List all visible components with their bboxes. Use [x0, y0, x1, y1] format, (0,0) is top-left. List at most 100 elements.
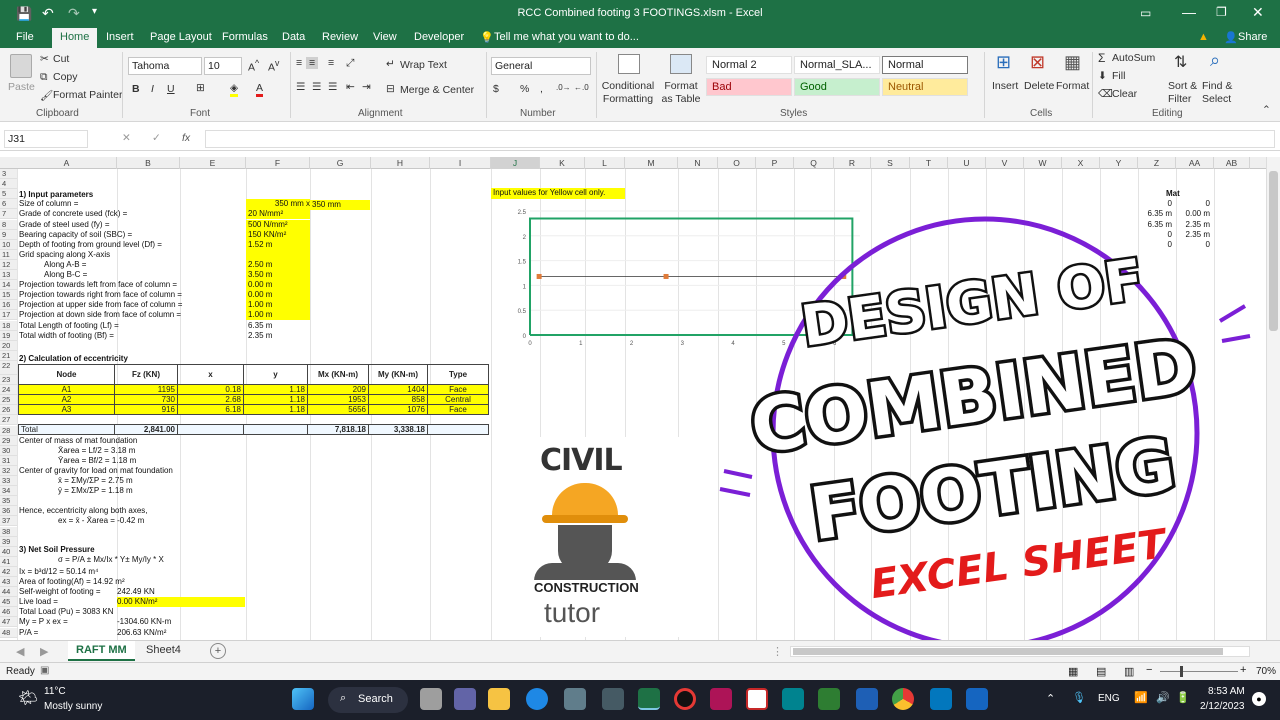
clear-button[interactable]: Clear — [1112, 88, 1137, 100]
teams-icon[interactable] — [454, 688, 476, 710]
font-size-select[interactable]: 10 — [204, 57, 242, 75]
row-header[interactable]: 35 — [0, 496, 17, 507]
column-header[interactable]: T — [910, 157, 948, 169]
input-value[interactable]: 20 N/mm² — [246, 209, 310, 220]
row-header[interactable]: 19 — [0, 330, 17, 341]
row-header[interactable]: 34 — [0, 486, 17, 497]
input-value[interactable]: 3.50 m — [246, 270, 310, 280]
row-header[interactable]: 5 — [0, 189, 17, 200]
table-cell[interactable]: A3 — [18, 404, 115, 415]
task-view-icon[interactable] — [420, 688, 442, 710]
row-header[interactable]: 40 — [0, 546, 17, 557]
decrease-indent-icon[interactable]: ⇤ — [346, 81, 355, 93]
horizontal-scroll-thumb[interactable] — [793, 648, 1223, 655]
italic-icon[interactable]: I — [151, 83, 154, 95]
row-header[interactable]: 17 — [0, 310, 17, 321]
column-header[interactable]: AB — [1214, 157, 1250, 169]
input-value[interactable]: 350 mm x — [246, 199, 310, 210]
row-header[interactable]: 43 — [0, 577, 17, 588]
row-header[interactable]: 42 — [0, 566, 17, 577]
ribbon-display-icon[interactable]: ▭ — [1140, 6, 1151, 20]
input-value[interactable]: 1.00 m — [246, 300, 310, 311]
weather-icon[interactable]: 🌤 — [18, 688, 38, 708]
input-value[interactable]: 500 N/mm² — [246, 219, 310, 230]
next-sheet-icon[interactable]: ▶ — [40, 645, 48, 658]
row-header[interactable]: 10 — [0, 239, 17, 250]
row-header[interactable]: 27 — [0, 415, 17, 426]
sheet-tab-raft-mm[interactable]: RAFT MM — [68, 641, 135, 661]
underline-icon[interactable]: U — [167, 83, 175, 95]
table-cell[interactable]: A1 — [18, 384, 115, 395]
name-box[interactable]: J31 — [4, 130, 88, 148]
column-header[interactable]: B — [117, 157, 180, 169]
autocad-icon[interactable] — [746, 688, 768, 710]
column-header[interactable]: R — [834, 157, 871, 169]
tab-file[interactable]: File — [16, 31, 34, 43]
column-header[interactable]: Z — [1138, 157, 1176, 169]
column-header[interactable]: O — [718, 157, 756, 169]
tell-me-search[interactable]: Tell me what you want to do... — [494, 31, 639, 43]
input-value[interactable]: 0.00 m — [246, 290, 310, 301]
insert-cells-button[interactable]: Insert — [992, 80, 1018, 92]
column-header[interactable]: S — [871, 157, 910, 169]
column-header[interactable]: P — [756, 157, 794, 169]
table-cell[interactable]: Central — [427, 394, 489, 405]
merge-center-button[interactable]: Merge & Center — [400, 84, 474, 96]
row-header[interactable]: 46 — [0, 607, 17, 618]
taskbar-search[interactable]: ⌕ Search — [328, 687, 408, 713]
calculator-icon[interactable] — [564, 688, 586, 710]
prev-sheet-icon[interactable]: ◀ — [16, 645, 24, 658]
row-header[interactable]: 33 — [0, 476, 17, 487]
align-center-icon[interactable]: ☰ — [312, 81, 321, 93]
table-cell[interactable]: 5656 — [307, 404, 369, 415]
table-cell[interactable]: Face — [427, 404, 489, 415]
column-header[interactable]: G — [310, 157, 371, 169]
horizontal-scrollbar[interactable] — [790, 646, 1250, 657]
align-top-icon[interactable]: ≡ — [296, 57, 302, 69]
row-header[interactable]: 25 — [0, 395, 17, 406]
font-color-icon[interactable]: A — [256, 82, 264, 97]
row-header[interactable]: 48 — [0, 627, 17, 638]
record-icon[interactable] — [674, 688, 696, 710]
sort-filter-button[interactable]: Sort & Filter — [1168, 80, 1202, 106]
zoom-out-icon[interactable]: − — [1146, 664, 1152, 676]
percent-icon[interactable]: % — [520, 83, 529, 95]
row-header[interactable]: 12 — [0, 259, 17, 270]
row-header[interactable]: 15 — [0, 290, 17, 301]
increase-indent-icon[interactable]: ⇥ — [362, 81, 371, 93]
style-good[interactable]: Good — [794, 78, 880, 96]
row-header[interactable]: 39 — [0, 536, 17, 547]
table-cell[interactable]: 1.18 — [243, 394, 308, 405]
battery-icon[interactable]: 🔋 — [1176, 691, 1190, 704]
row-header[interactable]: 28 — [0, 425, 17, 436]
etabs-icon[interactable] — [930, 688, 952, 710]
format-painter-button[interactable]: Format Painter — [53, 89, 122, 101]
column-size-extra[interactable]: 350 mm — [310, 200, 370, 210]
column-header[interactable]: A — [17, 157, 117, 169]
close-icon[interactable]: ✕ — [1252, 4, 1264, 21]
chrome-icon[interactable] — [892, 688, 914, 710]
vertical-scrollbar[interactable] — [1266, 157, 1280, 640]
column-header[interactable]: I — [430, 157, 491, 169]
input-value[interactable]: 1.00 m — [246, 310, 310, 321]
row-header[interactable]: 45 — [0, 597, 17, 608]
windows-start-icon[interactable] — [292, 688, 314, 710]
table-cell[interactable]: 1.18 — [243, 404, 308, 415]
row-header[interactable]: 13 — [0, 270, 17, 281]
currency-icon[interactable]: $ — [493, 83, 499, 95]
align-middle-icon[interactable]: ≡ — [306, 57, 319, 69]
tab-data[interactable]: Data — [282, 31, 305, 43]
column-header[interactable]: X — [1062, 157, 1100, 169]
table-cell[interactable]: 2.68 — [177, 394, 244, 405]
column-header[interactable]: L — [585, 157, 625, 169]
excel-2-icon[interactable] — [818, 688, 840, 710]
row-header[interactable]: 14 — [0, 280, 17, 291]
row-header[interactable]: 44 — [0, 587, 17, 598]
microphone-icon[interactable]: 🎙 — [1072, 691, 1086, 704]
tray-chevron-icon[interactable]: ⌃ — [1046, 692, 1055, 705]
pdf-app-icon[interactable] — [710, 688, 732, 710]
row-header[interactable]: 11 — [0, 249, 17, 260]
table-cell[interactable]: 1404 — [368, 384, 428, 395]
table-cell[interactable]: 209 — [307, 384, 369, 395]
input-value[interactable]: 2.50 m — [246, 259, 310, 270]
